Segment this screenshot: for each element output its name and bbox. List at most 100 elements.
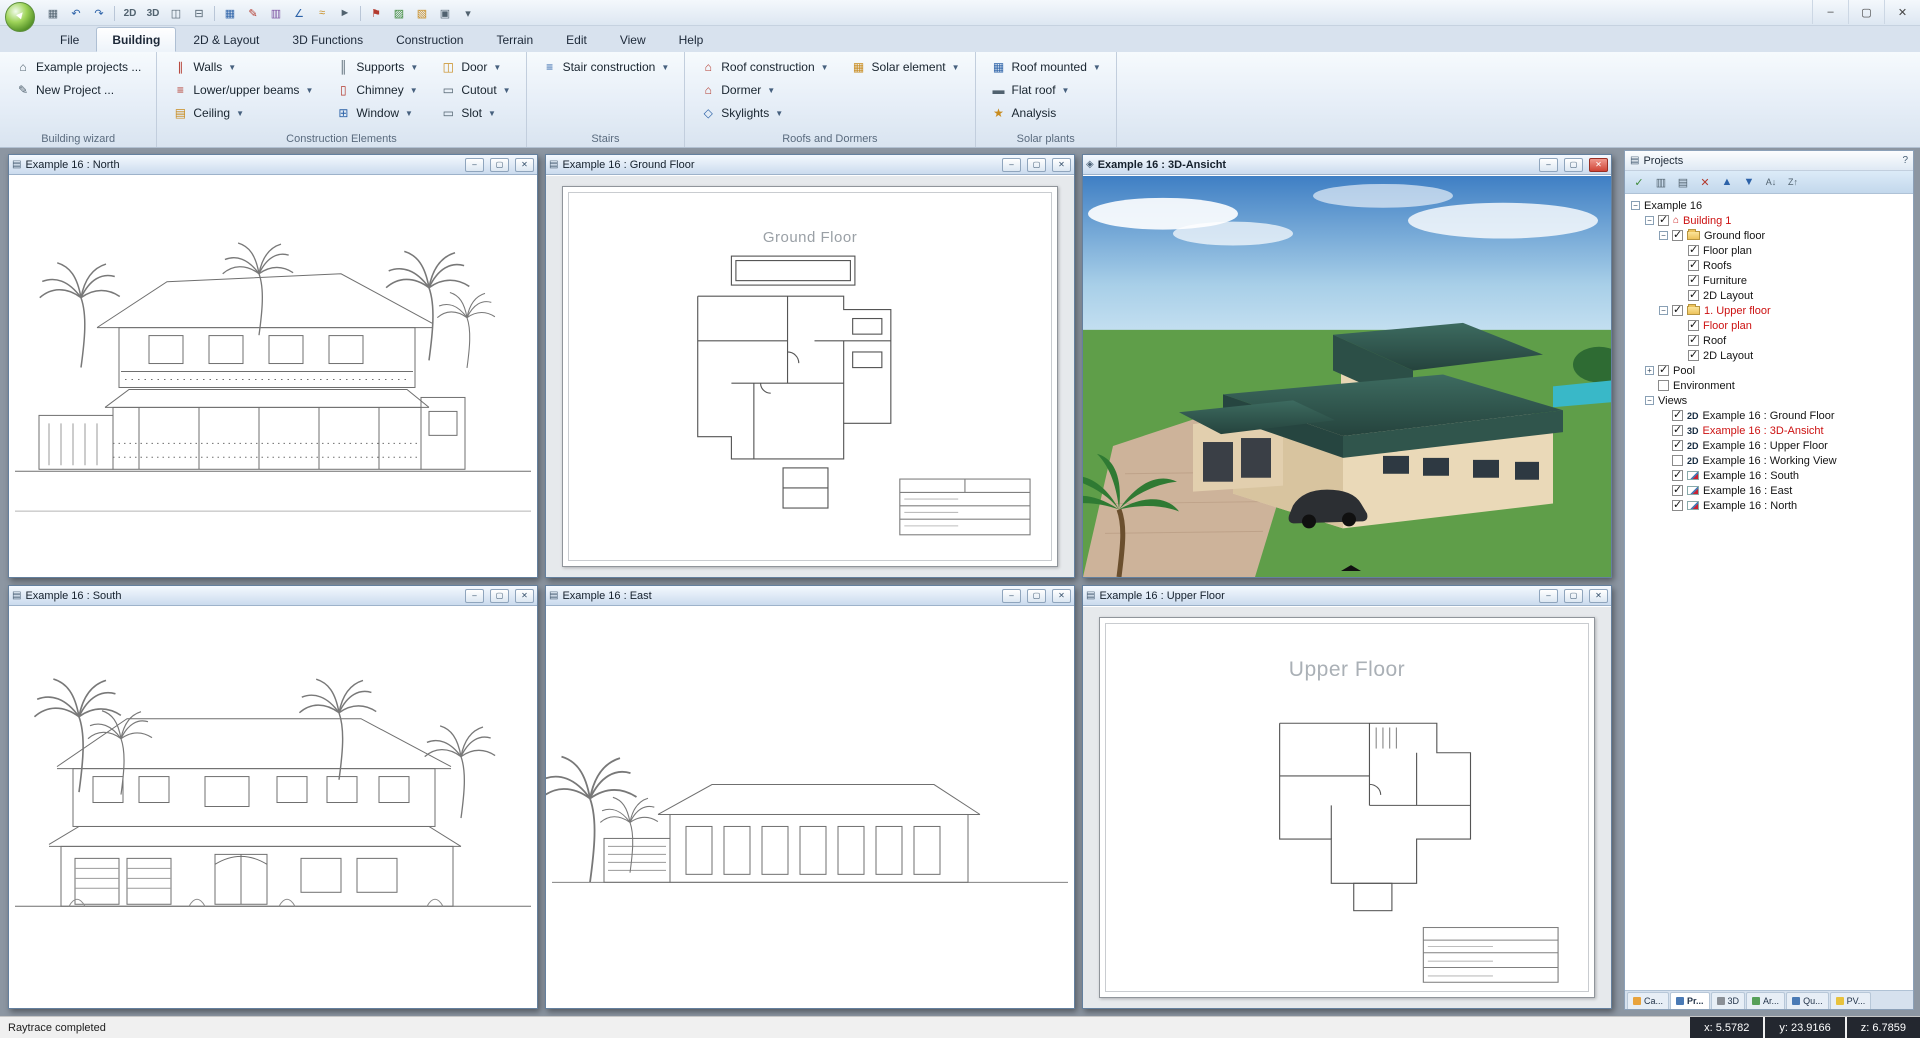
window-east[interactable]: ▤ Example 16 : East – ▢ ✕	[545, 585, 1075, 1009]
checkbox[interactable]	[1672, 440, 1683, 451]
chevron-down-icon[interactable]: ▼	[236, 109, 244, 118]
statistics-icon[interactable]: ▥	[1654, 176, 1668, 189]
supports-button[interactable]: ║ Supports ▼	[330, 57, 423, 77]
confirm-icon[interactable]: ✓	[1632, 176, 1646, 189]
tree-item-building1[interactable]: ⌂ Building 1	[1627, 213, 1911, 228]
maximize-button[interactable]: ▢	[1848, 0, 1884, 24]
minimize-button[interactable]: –	[1812, 0, 1848, 24]
chevron-down-icon[interactable]: ▼	[410, 63, 418, 72]
cursor-icon[interactable]: ►	[334, 3, 356, 23]
tab-file[interactable]: File	[44, 27, 95, 52]
view-2d-icon[interactable]: 2D	[119, 3, 141, 23]
tab-quantities[interactable]: Qu...	[1786, 992, 1829, 1009]
chevron-down-icon[interactable]: ▼	[405, 109, 413, 118]
tab-terrain[interactable]: Terrain	[480, 27, 549, 52]
delete-icon[interactable]: ✕	[1698, 176, 1712, 189]
minimize-button[interactable]: –	[1002, 589, 1021, 603]
tree-item-roof-upper[interactable]: Roof	[1627, 333, 1911, 348]
projects-panel-header[interactable]: ▤ Projects ?	[1625, 151, 1913, 171]
chimney-button[interactable]: ▯ Chimney ▼	[330, 80, 423, 100]
ground-floor-canvas[interactable]: Ground Floor	[546, 176, 1074, 577]
chevron-down-icon[interactable]: ▼	[821, 63, 829, 72]
tree-item-views[interactable]: Views	[1627, 393, 1911, 408]
tree-item-view-north[interactable]: Example 16 : North	[1627, 498, 1911, 513]
upper-floor-canvas[interactable]: Upper Floor	[1083, 607, 1611, 1008]
restore-button[interactable]: ▢	[1564, 589, 1583, 603]
tree-item-upper-floor[interactable]: 1. Upper floor	[1627, 303, 1911, 318]
undo-icon[interactable]: ↶	[65, 3, 87, 23]
view-3d-icon[interactable]: 3D	[142, 3, 164, 23]
slot-button[interactable]: ▭ Slot ▼	[435, 103, 515, 123]
columns-icon[interactable]: ▥	[265, 3, 287, 23]
tree-item-floor-plan-upper[interactable]: Floor plan	[1627, 318, 1911, 333]
tree-item-ground-floor[interactable]: Ground floor	[1627, 228, 1911, 243]
tree-item-view-working-view[interactable]: 2D Example 16 : Working View	[1627, 453, 1911, 468]
tree-item-2d-layout[interactable]: 2D Layout	[1627, 288, 1911, 303]
new-project-button[interactable]: ✎ New Project ...	[10, 80, 146, 100]
close-button[interactable]: ✕	[1884, 0, 1920, 24]
tab-area[interactable]: Ar...	[1746, 992, 1785, 1009]
split-vertical-icon[interactable]: ⊟	[188, 3, 210, 23]
windows-icon[interactable]: ▣	[434, 3, 456, 23]
chevron-down-icon[interactable]: ▼	[767, 86, 775, 95]
pin-icon[interactable]: ?	[1902, 155, 1908, 166]
tab-2d-layout[interactable]: 2D & Layout	[177, 27, 275, 52]
window-titlebar[interactable]: ◈ Example 16 : 3D-Ansicht – ▢ ✕	[1083, 155, 1611, 175]
close-button[interactable]: ✕	[1052, 158, 1071, 172]
roof-construction-button[interactable]: ⌂ Roof construction ▼	[695, 57, 833, 77]
close-button[interactable]: ✕	[1589, 589, 1608, 603]
tab-3d[interactable]: 3D	[1711, 992, 1746, 1009]
east-elevation-canvas[interactable]	[546, 607, 1074, 1008]
restore-button[interactable]: ▢	[490, 158, 509, 172]
checkbox[interactable]	[1688, 245, 1699, 256]
dormer-button[interactable]: ⌂ Dormer ▼	[695, 80, 833, 100]
restore-button[interactable]: ▢	[490, 589, 509, 603]
close-button[interactable]: ✕	[1052, 589, 1071, 603]
restore-button[interactable]: ▢	[1027, 158, 1046, 172]
tree-item-view-south[interactable]: Example 16 : South	[1627, 468, 1911, 483]
walls-button[interactable]: ∥ Walls ▼	[167, 57, 318, 77]
beams-button[interactable]: ≡ Lower/upper beams ▼	[167, 80, 318, 100]
tree-item-view-ground-floor[interactable]: 2D Example 16 : Ground Floor	[1627, 408, 1911, 423]
chevron-down-icon[interactable]: ▼	[952, 63, 960, 72]
ceiling-button[interactable]: ▤ Ceiling ▼	[167, 103, 318, 123]
move-down-icon[interactable]: ▼	[1742, 176, 1756, 188]
tree-item-example16[interactable]: Example 16	[1627, 198, 1911, 213]
south-elevation-canvas[interactable]	[9, 607, 537, 1008]
window-north[interactable]: ▤ Example 16 : North – ▢ ✕	[8, 154, 538, 578]
minimize-button[interactable]: –	[465, 589, 484, 603]
minimize-button[interactable]: –	[1539, 589, 1558, 603]
close-button[interactable]: ✕	[515, 589, 534, 603]
analysis-button[interactable]: ★ Analysis	[986, 103, 1106, 123]
window-titlebar[interactable]: ▤ Example 16 : Upper Floor – ▢ ✕	[1083, 586, 1611, 606]
tree-item-2d-layout-upper[interactable]: 2D Layout	[1627, 348, 1911, 363]
checkbox[interactable]	[1688, 335, 1699, 346]
example-projects-button[interactable]: ⌂ Example projects ...	[10, 57, 146, 77]
tab-projects[interactable]: Pr...	[1670, 992, 1710, 1009]
restore-button[interactable]: ▢	[1564, 158, 1583, 172]
app-logo-icon[interactable]	[5, 2, 35, 32]
tab-construction[interactable]: Construction	[380, 27, 479, 52]
expander-icon[interactable]	[1659, 306, 1668, 315]
checkbox[interactable]	[1672, 230, 1683, 241]
minimize-button[interactable]: –	[465, 158, 484, 172]
chevron-down-icon[interactable]: ▼	[305, 86, 313, 95]
checkbox[interactable]	[1672, 470, 1683, 481]
checkbox[interactable]	[1672, 410, 1683, 421]
chevron-down-icon[interactable]: ▼	[1062, 86, 1070, 95]
chevron-down-icon[interactable]: ▼	[493, 63, 501, 72]
split-horizontal-icon[interactable]: ◫	[165, 3, 187, 23]
tree-item-view-east[interactable]: Example 16 : East	[1627, 483, 1911, 498]
restore-button[interactable]: ▢	[1027, 589, 1046, 603]
window-button[interactable]: ⊞ Window ▼	[330, 103, 423, 123]
checkbox[interactable]	[1672, 305, 1683, 316]
tree-item-pool[interactable]: Pool	[1627, 363, 1911, 378]
checkbox[interactable]	[1658, 215, 1669, 226]
tree-item-roofs[interactable]: Roofs	[1627, 258, 1911, 273]
box-icon[interactable]: ▧	[411, 3, 433, 23]
tree-item-furniture[interactable]: Furniture	[1627, 273, 1911, 288]
close-button[interactable]: ✕	[515, 158, 534, 172]
checkbox[interactable]	[1688, 350, 1699, 361]
polyline-icon[interactable]: ≈	[311, 3, 333, 23]
tab-help[interactable]: Help	[663, 27, 720, 52]
